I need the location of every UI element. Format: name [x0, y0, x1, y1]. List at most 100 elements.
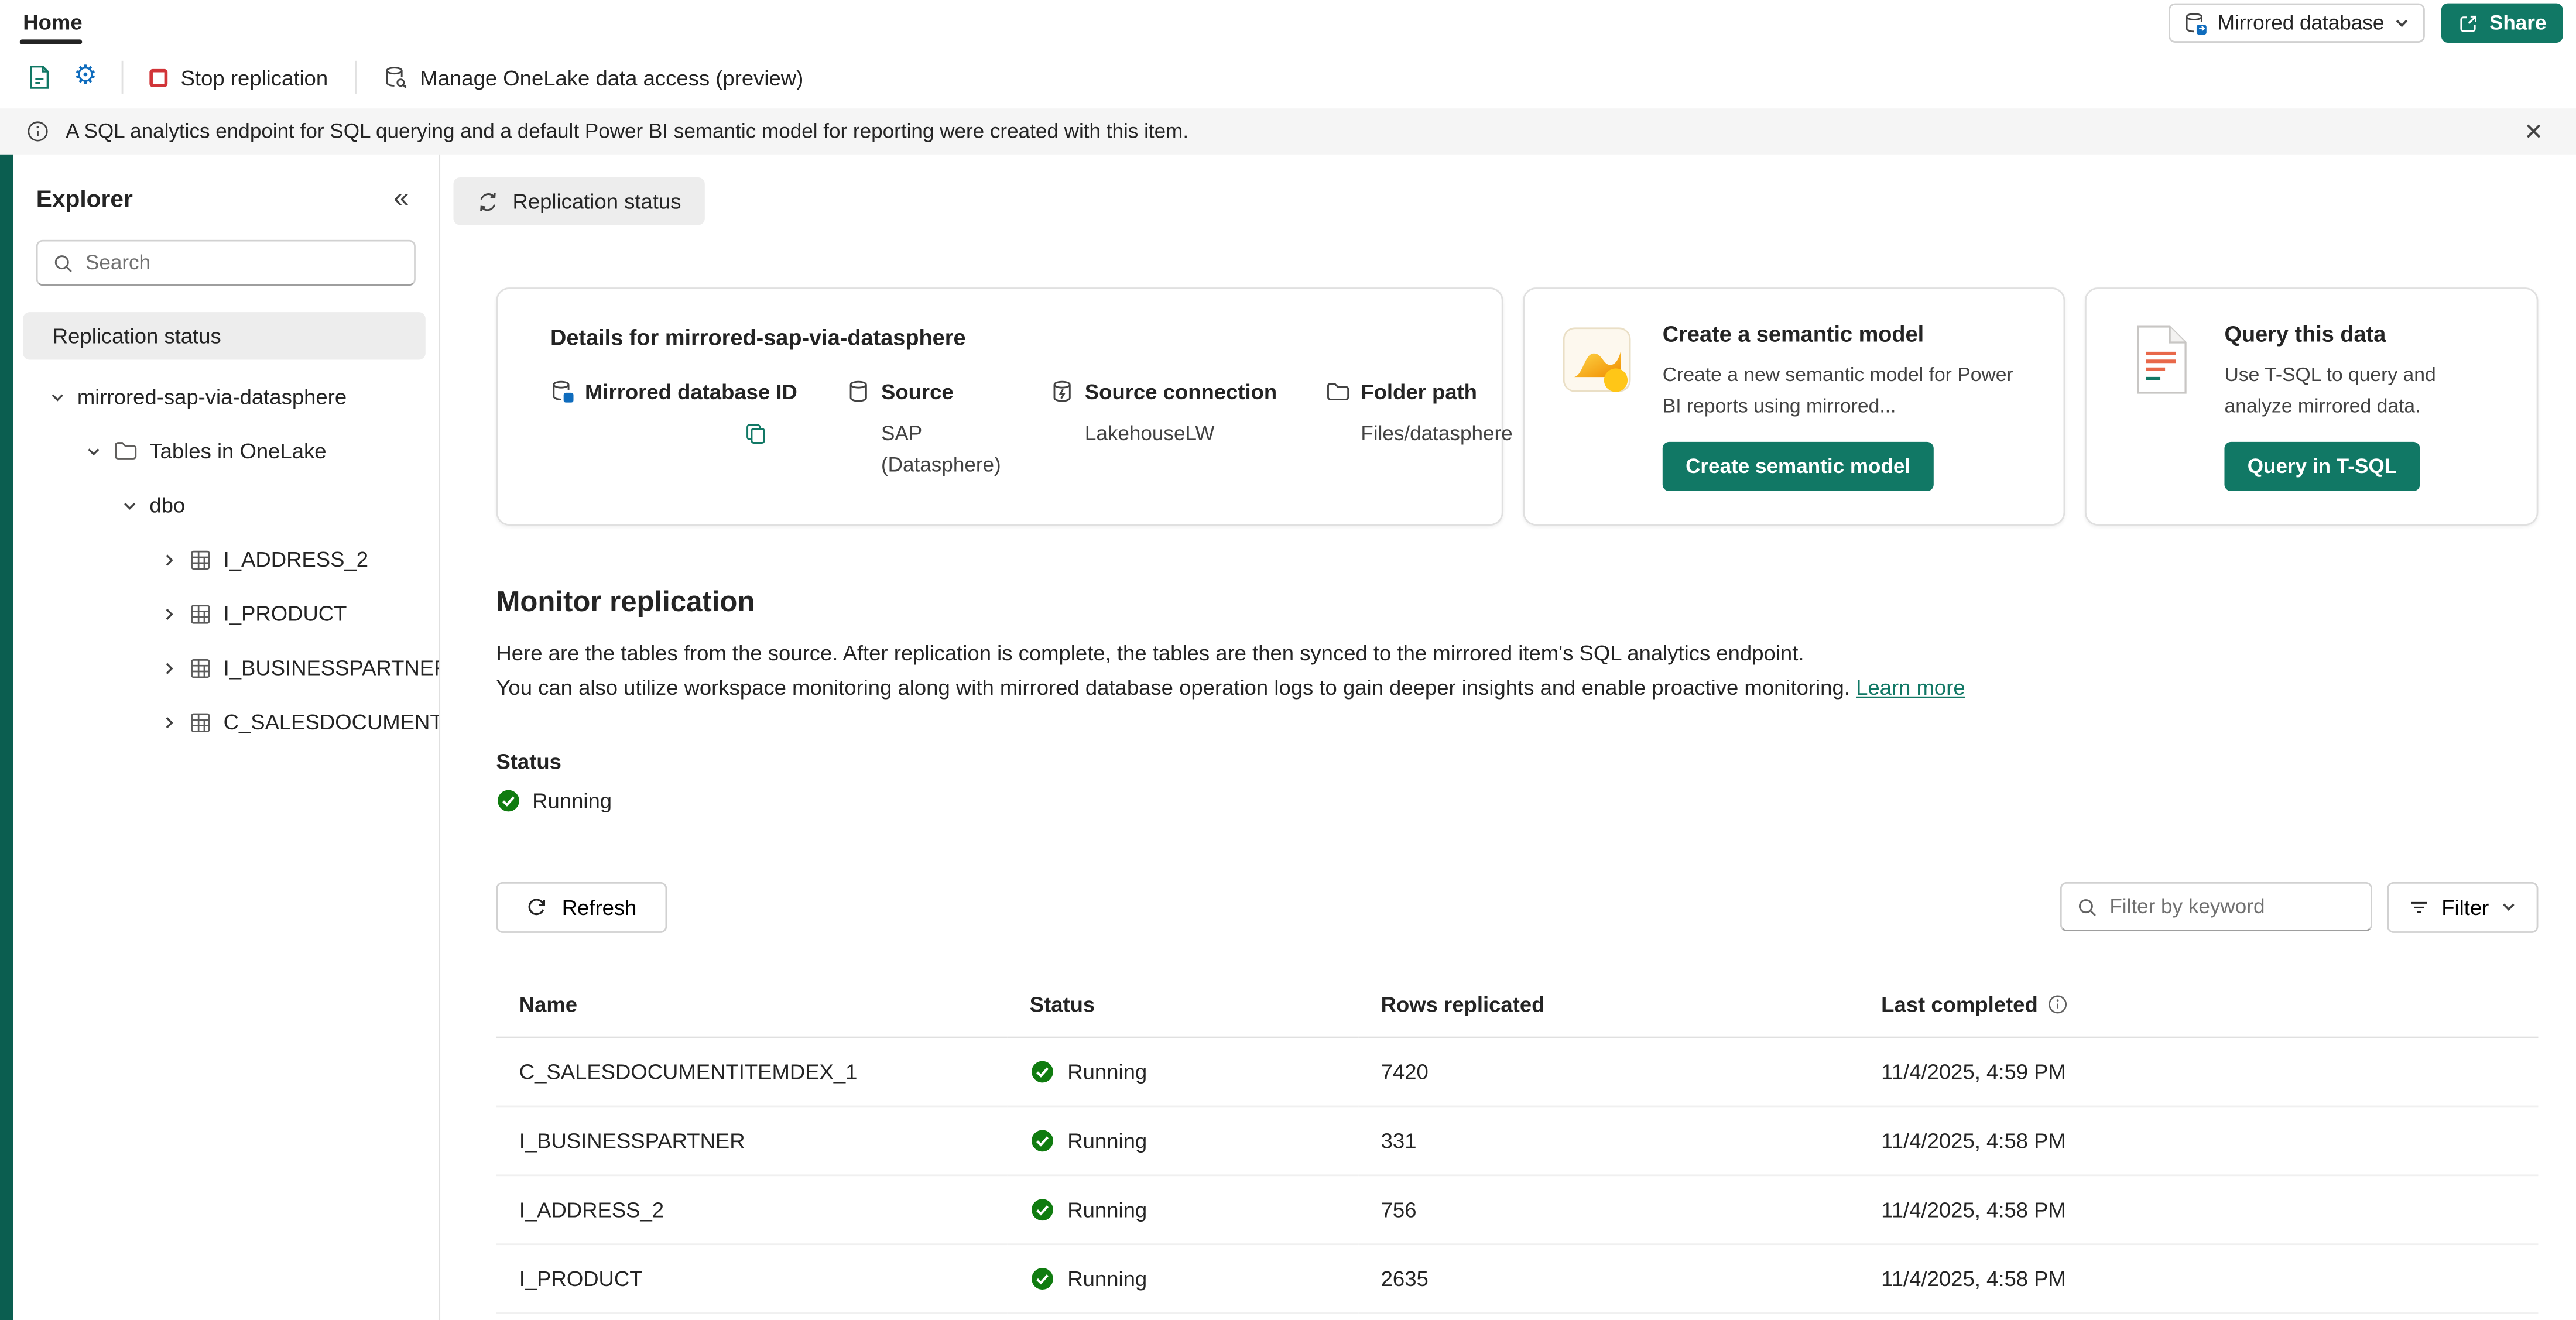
- search-icon: [2077, 897, 2098, 918]
- field-label-row: Source connection: [1050, 379, 1277, 404]
- chevron-down-icon: [122, 497, 138, 513]
- status-text: Running: [1067, 1266, 1147, 1291]
- status-check-icon: [1030, 1128, 1054, 1153]
- tree-node-table[interactable]: I_ADDRESS_2: [13, 532, 439, 587]
- tab-replication-status[interactable]: Replication status: [453, 177, 704, 225]
- share-button[interactable]: Share: [2442, 4, 2563, 43]
- info-icon: [2048, 993, 2069, 1014]
- semantic-card-title: Create a semantic model: [1663, 322, 2027, 347]
- table-header-row: Name Status Rows replicated Last complet…: [496, 975, 2538, 1037]
- tree-node-dbo[interactable]: dbo: [13, 478, 439, 533]
- table-row: I_PRODUCT Running 2635 11/4/202: [496, 1244, 2538, 1313]
- cell-name: I_PRODUCT: [496, 1244, 1006, 1313]
- column-header-rows-replicated[interactable]: Rows replicated: [1358, 975, 1858, 1037]
- stop-icon: [149, 68, 167, 86]
- status-text: Running: [1067, 1197, 1147, 1222]
- filter-keyword-box[interactable]: [2060, 883, 2372, 932]
- search-icon: [53, 252, 74, 273]
- column-header-status[interactable]: Status: [1006, 975, 1358, 1037]
- filter-keyword-input[interactable]: [2109, 896, 2356, 918]
- replication-status-page: Details for mirrored-sap-via-datasphere: [496, 287, 2538, 1314]
- tab-home[interactable]: Home: [20, 2, 86, 43]
- query-card-body: Query this data Use T-SQL to query and a…: [2224, 322, 2500, 492]
- explorer-title: Explorer: [36, 187, 133, 214]
- cell-rows-replicated: 7420: [1358, 1037, 1858, 1106]
- source-value: SAP: [881, 419, 1001, 450]
- explorer-panel: Explorer « Replication status mirrored-s: [13, 155, 440, 1320]
- filter-label: Filter: [2441, 895, 2489, 920]
- cell-last-completed: 11/4/2025, 4:58 PM: [1858, 1244, 2539, 1313]
- refresh-button[interactable]: Refresh: [496, 882, 666, 932]
- details-card: Details for mirrored-sap-via-datasphere: [496, 287, 1503, 526]
- mirrored-database-icon: [2183, 11, 2208, 35]
- field-source: Source SAP (Datasphere): [847, 379, 1001, 481]
- tree-node-label: dbo: [149, 493, 185, 517]
- search-input[interactable]: [85, 251, 399, 274]
- field-values: Files/datasphere: [1326, 419, 1555, 450]
- tsql-document-icon: [2123, 322, 2198, 397]
- tree-node-label: mirrored-sap-via-datasphere: [77, 385, 347, 409]
- filter-icon: [2409, 897, 2430, 918]
- table-icon: [189, 602, 212, 625]
- details-fields: Mirrored database ID: [550, 379, 1449, 481]
- cell-last-completed: 11/4/2025, 4:59 PM: [1858, 1037, 2539, 1106]
- cell-status: Running: [1006, 1244, 1358, 1313]
- replication-table: Name Status Rows replicated Last complet…: [496, 975, 2538, 1314]
- status-check-icon: [1030, 1059, 1054, 1084]
- create-semantic-model-button[interactable]: Create semantic model: [1663, 442, 1934, 491]
- field-label: Source connection: [1085, 379, 1277, 404]
- cell-name: I_BUSINESSPARTNER: [496, 1106, 1006, 1175]
- mirrored-database-app: Home Mirrored database: [0, 0, 2576, 1320]
- table-row: I_ADDRESS_2 Running 756 11/4/20: [496, 1175, 2538, 1244]
- tree-node-tables-in-onelake[interactable]: Tables in OneLake: [13, 424, 439, 478]
- monitor-description: Here are the tables from the source. Aft…: [496, 637, 2303, 706]
- learn-more-link[interactable]: Learn more: [1856, 675, 1965, 700]
- tree-node-label: I_ADDRESS_2: [224, 547, 368, 571]
- cell-rows-replicated: 756: [1358, 1175, 1858, 1244]
- query-in-tsql-button[interactable]: Query in T-SQL: [2224, 442, 2420, 491]
- connection-icon: [1050, 379, 1075, 404]
- tree-node-root[interactable]: mirrored-sap-via-datasphere: [13, 369, 439, 424]
- settings-gear-icon[interactable]: ⚙: [63, 54, 109, 101]
- close-icon[interactable]: ✕: [2517, 116, 2550, 146]
- tree-node-label: I_BUSINESSPARTNER: [224, 656, 439, 680]
- collapse-panel-icon[interactable]: «: [387, 184, 416, 217]
- info-banner: A SQL analytics endpoint for SQL queryin…: [0, 108, 2576, 155]
- ribbon-toolbar: ⚙ Stop replication Manage OneLake data a…: [0, 46, 2576, 109]
- chevron-right-icon: [161, 605, 177, 622]
- tree-node-table[interactable]: I_BUSINESSPARTNER: [13, 640, 439, 695]
- field-source-connection: Source connection LakehouseLW: [1050, 379, 1277, 481]
- stop-replication-button[interactable]: Stop replication: [136, 57, 341, 98]
- column-header-last-completed[interactable]: Last completed: [1858, 975, 2539, 1037]
- status-value: Running: [532, 788, 612, 812]
- report-document-icon[interactable]: [16, 54, 63, 101]
- monitor-replication-section: Monitor replication Here are the tables …: [496, 585, 2538, 813]
- explorer-search[interactable]: [36, 240, 416, 286]
- field-values: SAP (Datasphere): [847, 419, 1001, 481]
- field-label: Folder path: [1361, 379, 1477, 404]
- refresh-label: Refresh: [562, 895, 637, 920]
- cell-last-completed: 11/4/2025, 4:58 PM: [1858, 1106, 2539, 1175]
- tree-node-table[interactable]: I_PRODUCT: [13, 587, 439, 641]
- top-bar: Home Mirrored database: [0, 0, 2576, 46]
- body-region: Explorer « Replication status mirrored-s: [0, 155, 2576, 1320]
- column-header-name[interactable]: Name: [496, 975, 1006, 1037]
- tree-node-label: I_PRODUCT: [224, 601, 347, 626]
- semantic-card-body: Create a semantic model Create a new sem…: [1663, 322, 2027, 492]
- cell-last-completed: 11/4/2025, 4:58 PM: [1858, 1175, 2539, 1244]
- sidebar-item-replication-status[interactable]: Replication status: [23, 312, 425, 359]
- table-controls: Refresh: [496, 882, 2538, 932]
- cell-rows-replicated: 331: [1358, 1106, 1858, 1175]
- tree-node-table[interactable]: C_SALESDOCUMENTITEMDEX_1: [13, 695, 439, 749]
- field-folder-path: Folder path Files/datasphere: [1326, 379, 1555, 481]
- filter-button[interactable]: Filter: [2387, 882, 2539, 932]
- copy-icon[interactable]: [741, 419, 771, 449]
- folder-icon: [114, 438, 138, 463]
- table-icon: [189, 548, 212, 571]
- cell-rows-replicated: 2635: [1358, 1244, 1858, 1313]
- mirrored-database-icon: [550, 379, 575, 404]
- manage-onelake-button[interactable]: Manage OneLake data access (preview): [369, 57, 816, 98]
- item-type-dropdown[interactable]: Mirrored database: [2169, 4, 2426, 43]
- monitor-description-line1: Here are the tables from the source. Aft…: [496, 641, 1804, 666]
- info-icon: [26, 120, 49, 143]
